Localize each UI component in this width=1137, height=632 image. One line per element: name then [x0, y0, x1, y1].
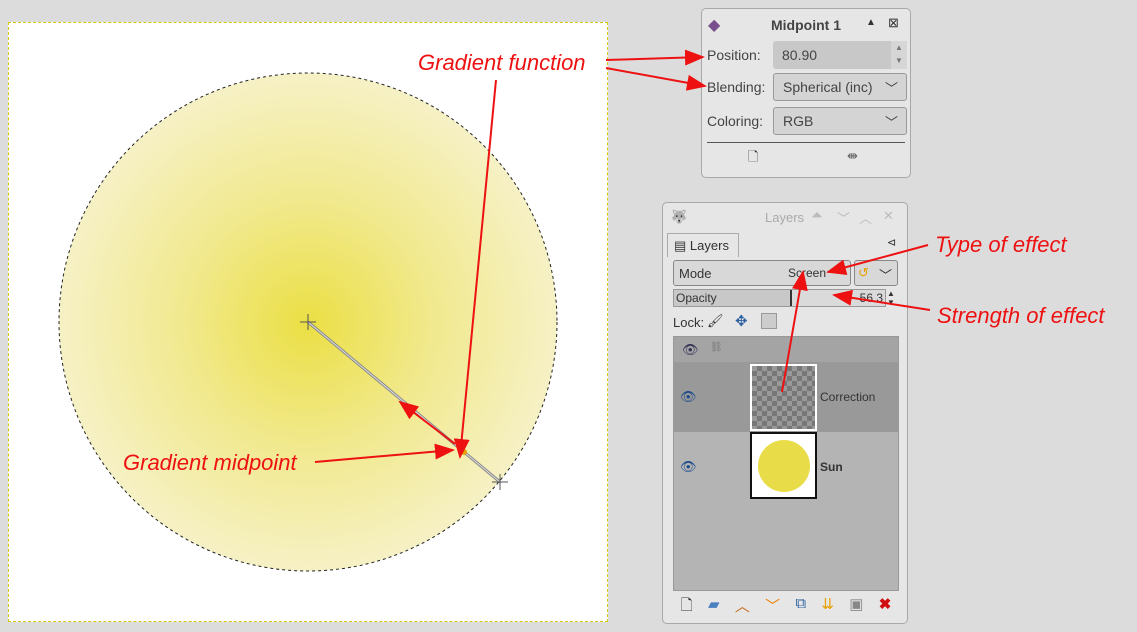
annotation-strength-of-effect: Strength of effect [937, 303, 1105, 328]
annotation-arrow [781, 270, 808, 393]
annotation-arrow [826, 244, 929, 276]
annotation-arrow [605, 49, 705, 66]
annotation-arrow [453, 79, 497, 459]
annotation-arrow [398, 400, 456, 445]
annotation-type-of-effect: Type of effect [935, 232, 1068, 257]
annotation-arrow [314, 443, 455, 463]
annotation-arrow [832, 289, 931, 311]
annotation-gradient-midpoint: Gradient midpoint [123, 450, 298, 475]
annotation-overlay: Gradient function Gradient midpoint Type… [123, 49, 1105, 475]
annotation-arrow [605, 67, 707, 91]
annotation-gradient-function: Gradient function [418, 50, 586, 75]
